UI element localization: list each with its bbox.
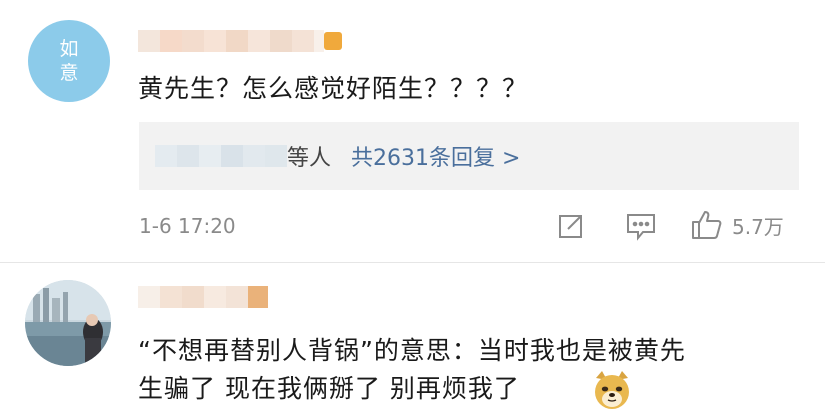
avatar-text-top: 如 xyxy=(59,38,79,60)
like-button[interactable]: 5.7万 xyxy=(690,208,784,242)
comment-icon[interactable] xyxy=(625,211,657,241)
doge-emoji-icon xyxy=(590,368,634,412)
comment-text-line-1: “不想再替别人背锅”的意思：当时我也是被黄先 xyxy=(138,336,686,365)
divider xyxy=(0,262,825,263)
comment-timestamp: 1-6 17:20 xyxy=(139,214,236,238)
username-blurred[interactable] xyxy=(138,286,268,308)
replies-preview[interactable]: 等人 共2631条回复 > xyxy=(139,122,799,190)
share-icon[interactable] xyxy=(556,211,586,241)
view-replies-link[interactable]: 共2631条回复 > xyxy=(351,140,520,172)
avatar-text-bottom: 意 xyxy=(59,62,79,84)
user-avatar[interactable]: 如 意 xyxy=(28,20,110,102)
like-icon xyxy=(690,208,724,242)
replier-names-blurred xyxy=(155,145,287,167)
username-blurred[interactable] xyxy=(138,30,342,52)
reply-suffix: 等人 xyxy=(287,146,332,171)
like-count: 5.7万 xyxy=(732,214,784,239)
vip-badge-icon xyxy=(324,32,342,50)
comment-text: 黄先生？怎么感觉好陌生？？？？ xyxy=(138,74,529,103)
comment-text-line-2: 生骗了 现在我俩掰了 别再烦我了 xyxy=(138,374,520,403)
user-avatar-photo[interactable] xyxy=(25,280,111,366)
